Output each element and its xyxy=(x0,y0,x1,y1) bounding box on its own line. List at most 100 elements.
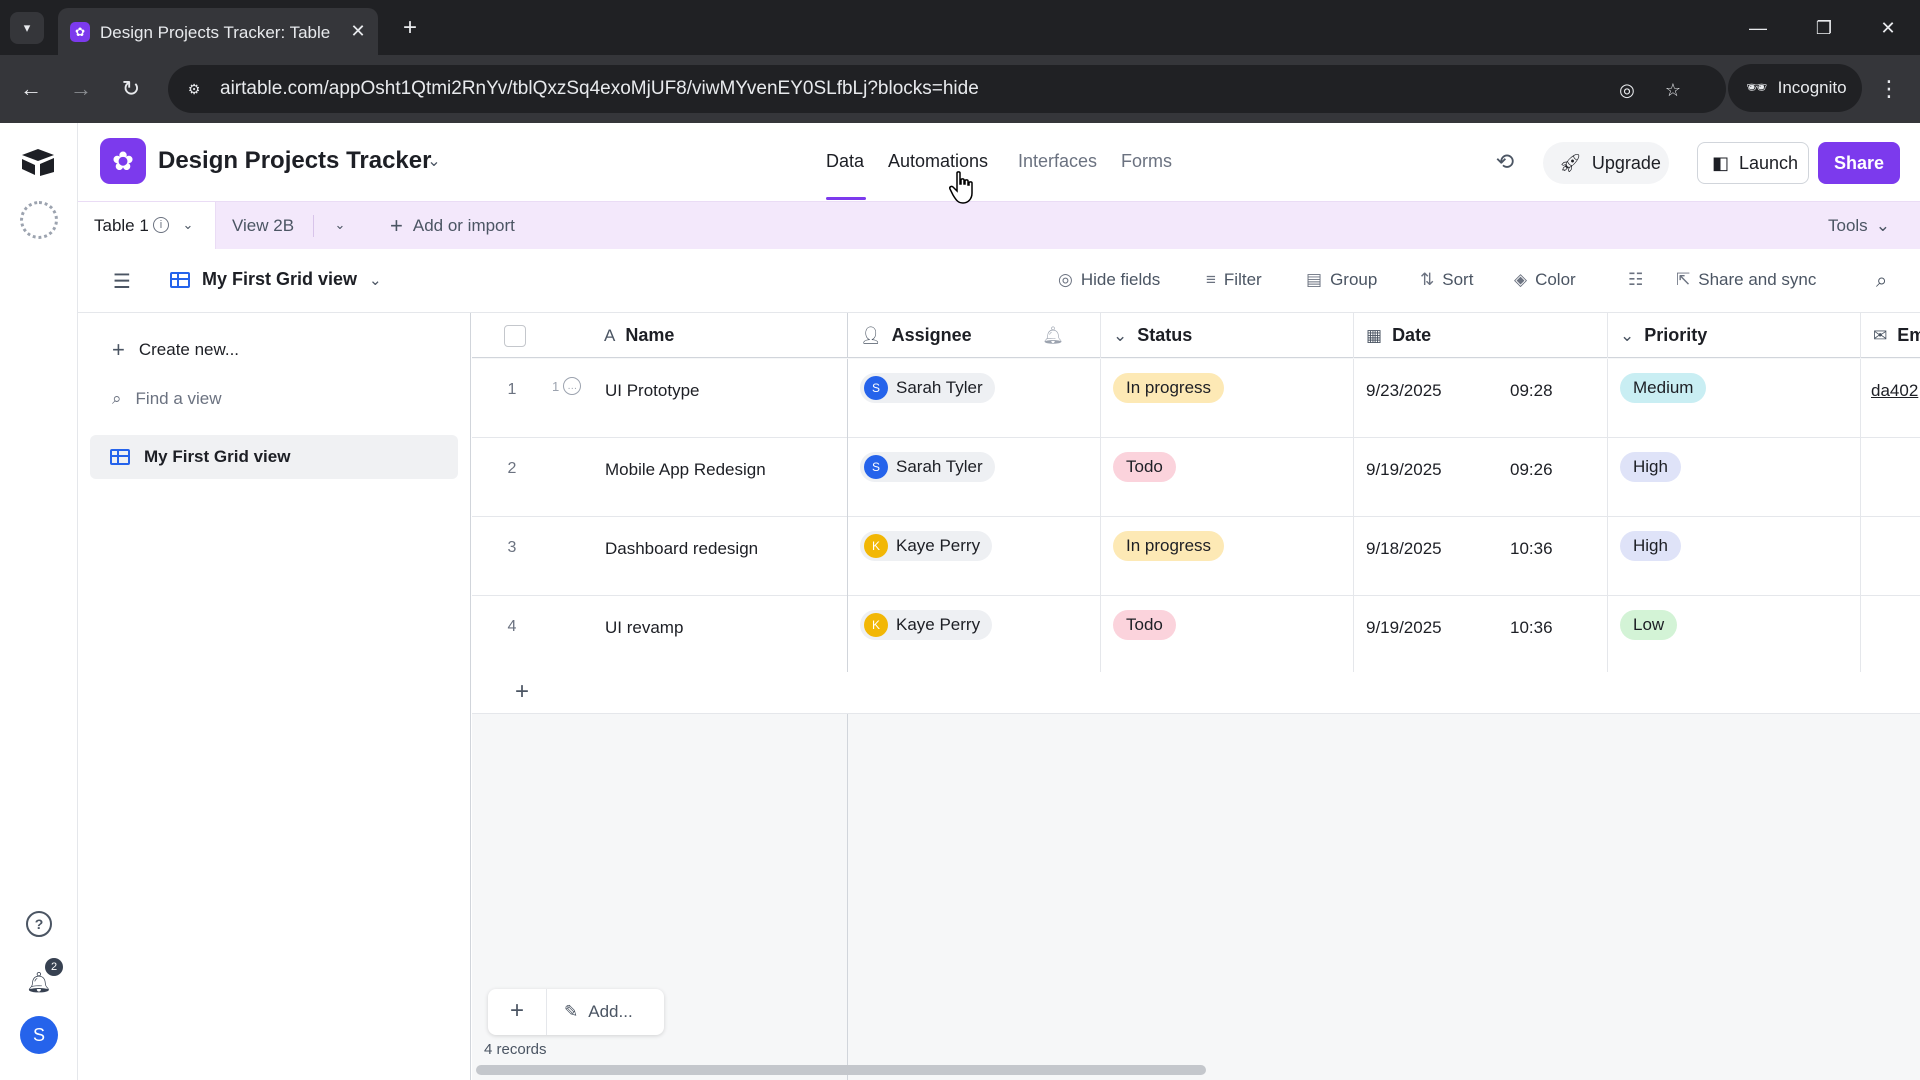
row-height-button[interactable]: ☷ xyxy=(1628,270,1643,290)
color-button[interactable]: ◈ Color xyxy=(1514,270,1576,290)
sidebar-item-my-first-grid-view[interactable]: My First Grid view xyxy=(90,435,458,479)
table-tab-label: Table 1 xyxy=(94,216,149,235)
name-cell[interactable]: 2 Mobile App Redesign xyxy=(472,438,848,517)
help-icon[interactable]: ? xyxy=(26,911,52,937)
email-cell[interactable] xyxy=(1861,517,1920,596)
email-link[interactable]: da402 xyxy=(1871,381,1918,401)
tab-search-button[interactable]: ▾ xyxy=(10,12,44,44)
forward-button[interactable]: → xyxy=(64,72,98,106)
plus-icon[interactable]: + xyxy=(508,678,536,706)
status-cell[interactable]: In progress xyxy=(1101,517,1354,596)
priority-cell[interactable]: High xyxy=(1608,517,1861,596)
chevron-down-icon[interactable]: ⌄ xyxy=(422,148,446,174)
history-icon[interactable]: ⟲ xyxy=(1488,145,1522,179)
user-avatar[interactable]: S xyxy=(20,1016,58,1054)
site-info-icon[interactable]: ⚙ xyxy=(182,77,206,101)
date-cell[interactable]: 9/23/2025 09:28 xyxy=(1354,359,1608,438)
assignee-cell[interactable]: S Sarah Tyler xyxy=(848,438,1101,517)
row-number: 2 xyxy=(507,460,517,477)
name-cell[interactable]: 3 Dashboard redesign xyxy=(472,517,848,596)
table-row[interactable]: 2 Mobile App Redesign S Sarah Tyler Todo 9/19… xyxy=(472,438,1920,517)
name-cell[interactable]: 4 UI revamp xyxy=(472,596,848,675)
email-cell[interactable] xyxy=(1861,596,1920,675)
status-cell[interactable]: Todo xyxy=(1101,596,1354,675)
table-row[interactable]: 1 1… UI Prototype S Sarah Tyler In progress 9/… xyxy=(472,359,1920,438)
column-header-status[interactable]: ⌄ Status xyxy=(1101,313,1354,358)
tab-automations[interactable]: Automations xyxy=(888,151,988,172)
priority-cell[interactable]: Low xyxy=(1608,596,1861,675)
column-header-name[interactable]: A Name xyxy=(592,313,848,358)
search-icon[interactable]: ⌕ xyxy=(1876,270,1887,293)
tools-menu[interactable]: Tools ⌄ xyxy=(1828,216,1890,236)
view-switcher[interactable]: My First Grid view ⌄ xyxy=(170,269,382,290)
tab-interfaces[interactable]: Interfaces xyxy=(1018,151,1097,172)
row-number: 3 xyxy=(507,539,517,556)
email-cell[interactable]: da402 xyxy=(1861,359,1920,438)
incognito-label: Incognito xyxy=(1777,78,1847,97)
omnibox[interactable]: ⚙ airtable.com/appOsht1Qtmi2RnYv/tblQxzS… xyxy=(168,65,1726,113)
launch-button[interactable]: ◧ Launch xyxy=(1697,142,1809,184)
bookmark-star-icon[interactable]: ☆ xyxy=(1660,77,1686,103)
close-tab-icon[interactable]: ✕ xyxy=(346,19,370,43)
add-or-import-button[interactable]: + Add or import xyxy=(390,212,515,240)
magic-wand-icon: ✎ xyxy=(564,1002,579,1021)
reload-button[interactable]: ↻ xyxy=(114,72,148,106)
table-row[interactable]: 3 Dashboard redesign K Kaye Perry In progres… xyxy=(472,517,1920,596)
sort-button[interactable]: ⇅ Sort xyxy=(1420,270,1473,290)
back-button[interactable]: ← xyxy=(14,72,48,106)
hamburger-menu-icon[interactable]: ☰ xyxy=(110,269,134,293)
name-cell[interactable]: 1 1… UI Prototype xyxy=(472,359,848,438)
tab-forms[interactable]: Forms xyxy=(1121,151,1172,172)
hide-fields-button[interactable]: ◎ Hide fields xyxy=(1058,270,1160,290)
table-tab[interactable]: Table 1 i ⌄ xyxy=(78,202,216,250)
find-view-input[interactable]: ⌕ Find a view xyxy=(112,389,222,409)
info-icon[interactable]: i xyxy=(153,217,169,233)
date-cell[interactable]: 9/19/2025 09:26 xyxy=(1354,438,1608,517)
browser-tab[interactable]: ✿ Design Projects Tracker: Table 1 ✕ xyxy=(58,8,378,55)
column-header-email[interactable]: ✉ Em xyxy=(1861,313,1920,358)
status-cell[interactable]: In progress xyxy=(1101,359,1354,438)
priority-cell[interactable]: High xyxy=(1608,438,1861,517)
base-icon[interactable]: ✿ xyxy=(100,138,146,184)
close-window-button[interactable]: ✕ xyxy=(1870,12,1906,44)
assignee-cell[interactable]: K Kaye Perry xyxy=(848,517,1101,596)
base-title[interactable]: Design Projects Tracker xyxy=(158,147,431,175)
horizontal-scrollbar[interactable] xyxy=(476,1065,1206,1075)
email-cell[interactable] xyxy=(1861,438,1920,517)
date-cell[interactable]: 9/19/2025 10:36 xyxy=(1354,596,1608,675)
status-cell[interactable]: Todo xyxy=(1101,438,1354,517)
incognito-indicator[interactable]: 🕶 Incognito xyxy=(1728,64,1862,112)
column-header-date[interactable]: ▦ Date xyxy=(1354,313,1608,358)
assignee-cell[interactable]: K Kaye Perry xyxy=(848,596,1101,675)
chevron-down-icon[interactable]: ⌄ xyxy=(330,215,350,235)
share-button[interactable]: Share xyxy=(1818,142,1900,184)
priority-cell[interactable]: Medium xyxy=(1608,359,1861,438)
add-record-button[interactable]: + xyxy=(504,997,530,1024)
restore-window-button[interactable]: ❐ xyxy=(1806,12,1842,44)
group-button[interactable]: ▤ Group xyxy=(1306,270,1377,290)
date-cell[interactable]: 9/18/2025 10:36 xyxy=(1354,517,1608,596)
new-tab-button[interactable]: + xyxy=(394,12,426,44)
eye-off-icon[interactable]: ◎ xyxy=(1614,77,1640,103)
select-all-checkbox[interactable] xyxy=(504,325,526,347)
airtable-logo-icon[interactable] xyxy=(20,147,56,177)
add-row[interactable]: + xyxy=(472,672,1920,714)
minimize-window-button[interactable]: — xyxy=(1740,12,1776,44)
assignee-cell[interactable]: S Sarah Tyler xyxy=(848,359,1101,438)
table-row[interactable]: 4 UI revamp K Kaye Perry Todo 9/19/2025 10:36 L… xyxy=(472,596,1920,675)
column-header-priority[interactable]: ⌄ Priority xyxy=(1608,313,1861,358)
filter-button[interactable]: ≡ Filter xyxy=(1206,270,1262,290)
comment-count[interactable]: 1… xyxy=(552,377,582,395)
share-and-sync-button[interactable]: ⇱ Share and sync xyxy=(1676,270,1816,290)
tab-data[interactable]: Data xyxy=(826,151,864,172)
browser-menu-icon[interactable]: ⋮ xyxy=(1872,72,1906,106)
chevron-down-icon[interactable]: ⌄ xyxy=(178,215,198,235)
upgrade-button[interactable]: 🚀︎ Upgrade xyxy=(1543,142,1669,184)
view-2b-tab[interactable]: View 2B xyxy=(232,216,294,236)
grid-view-icon xyxy=(110,449,130,465)
add-with-ai-button[interactable]: ✎ Add... xyxy=(564,1002,633,1022)
notify-bell-icon[interactable]: 🔔︎ xyxy=(1042,325,1064,347)
column-status-label: Status xyxy=(1137,325,1193,345)
create-new-view-button[interactable]: + Create new... xyxy=(112,337,239,363)
url-text[interactable]: airtable.com/appOsht1Qtmi2RnYv/tblQxzSq4… xyxy=(220,78,979,100)
